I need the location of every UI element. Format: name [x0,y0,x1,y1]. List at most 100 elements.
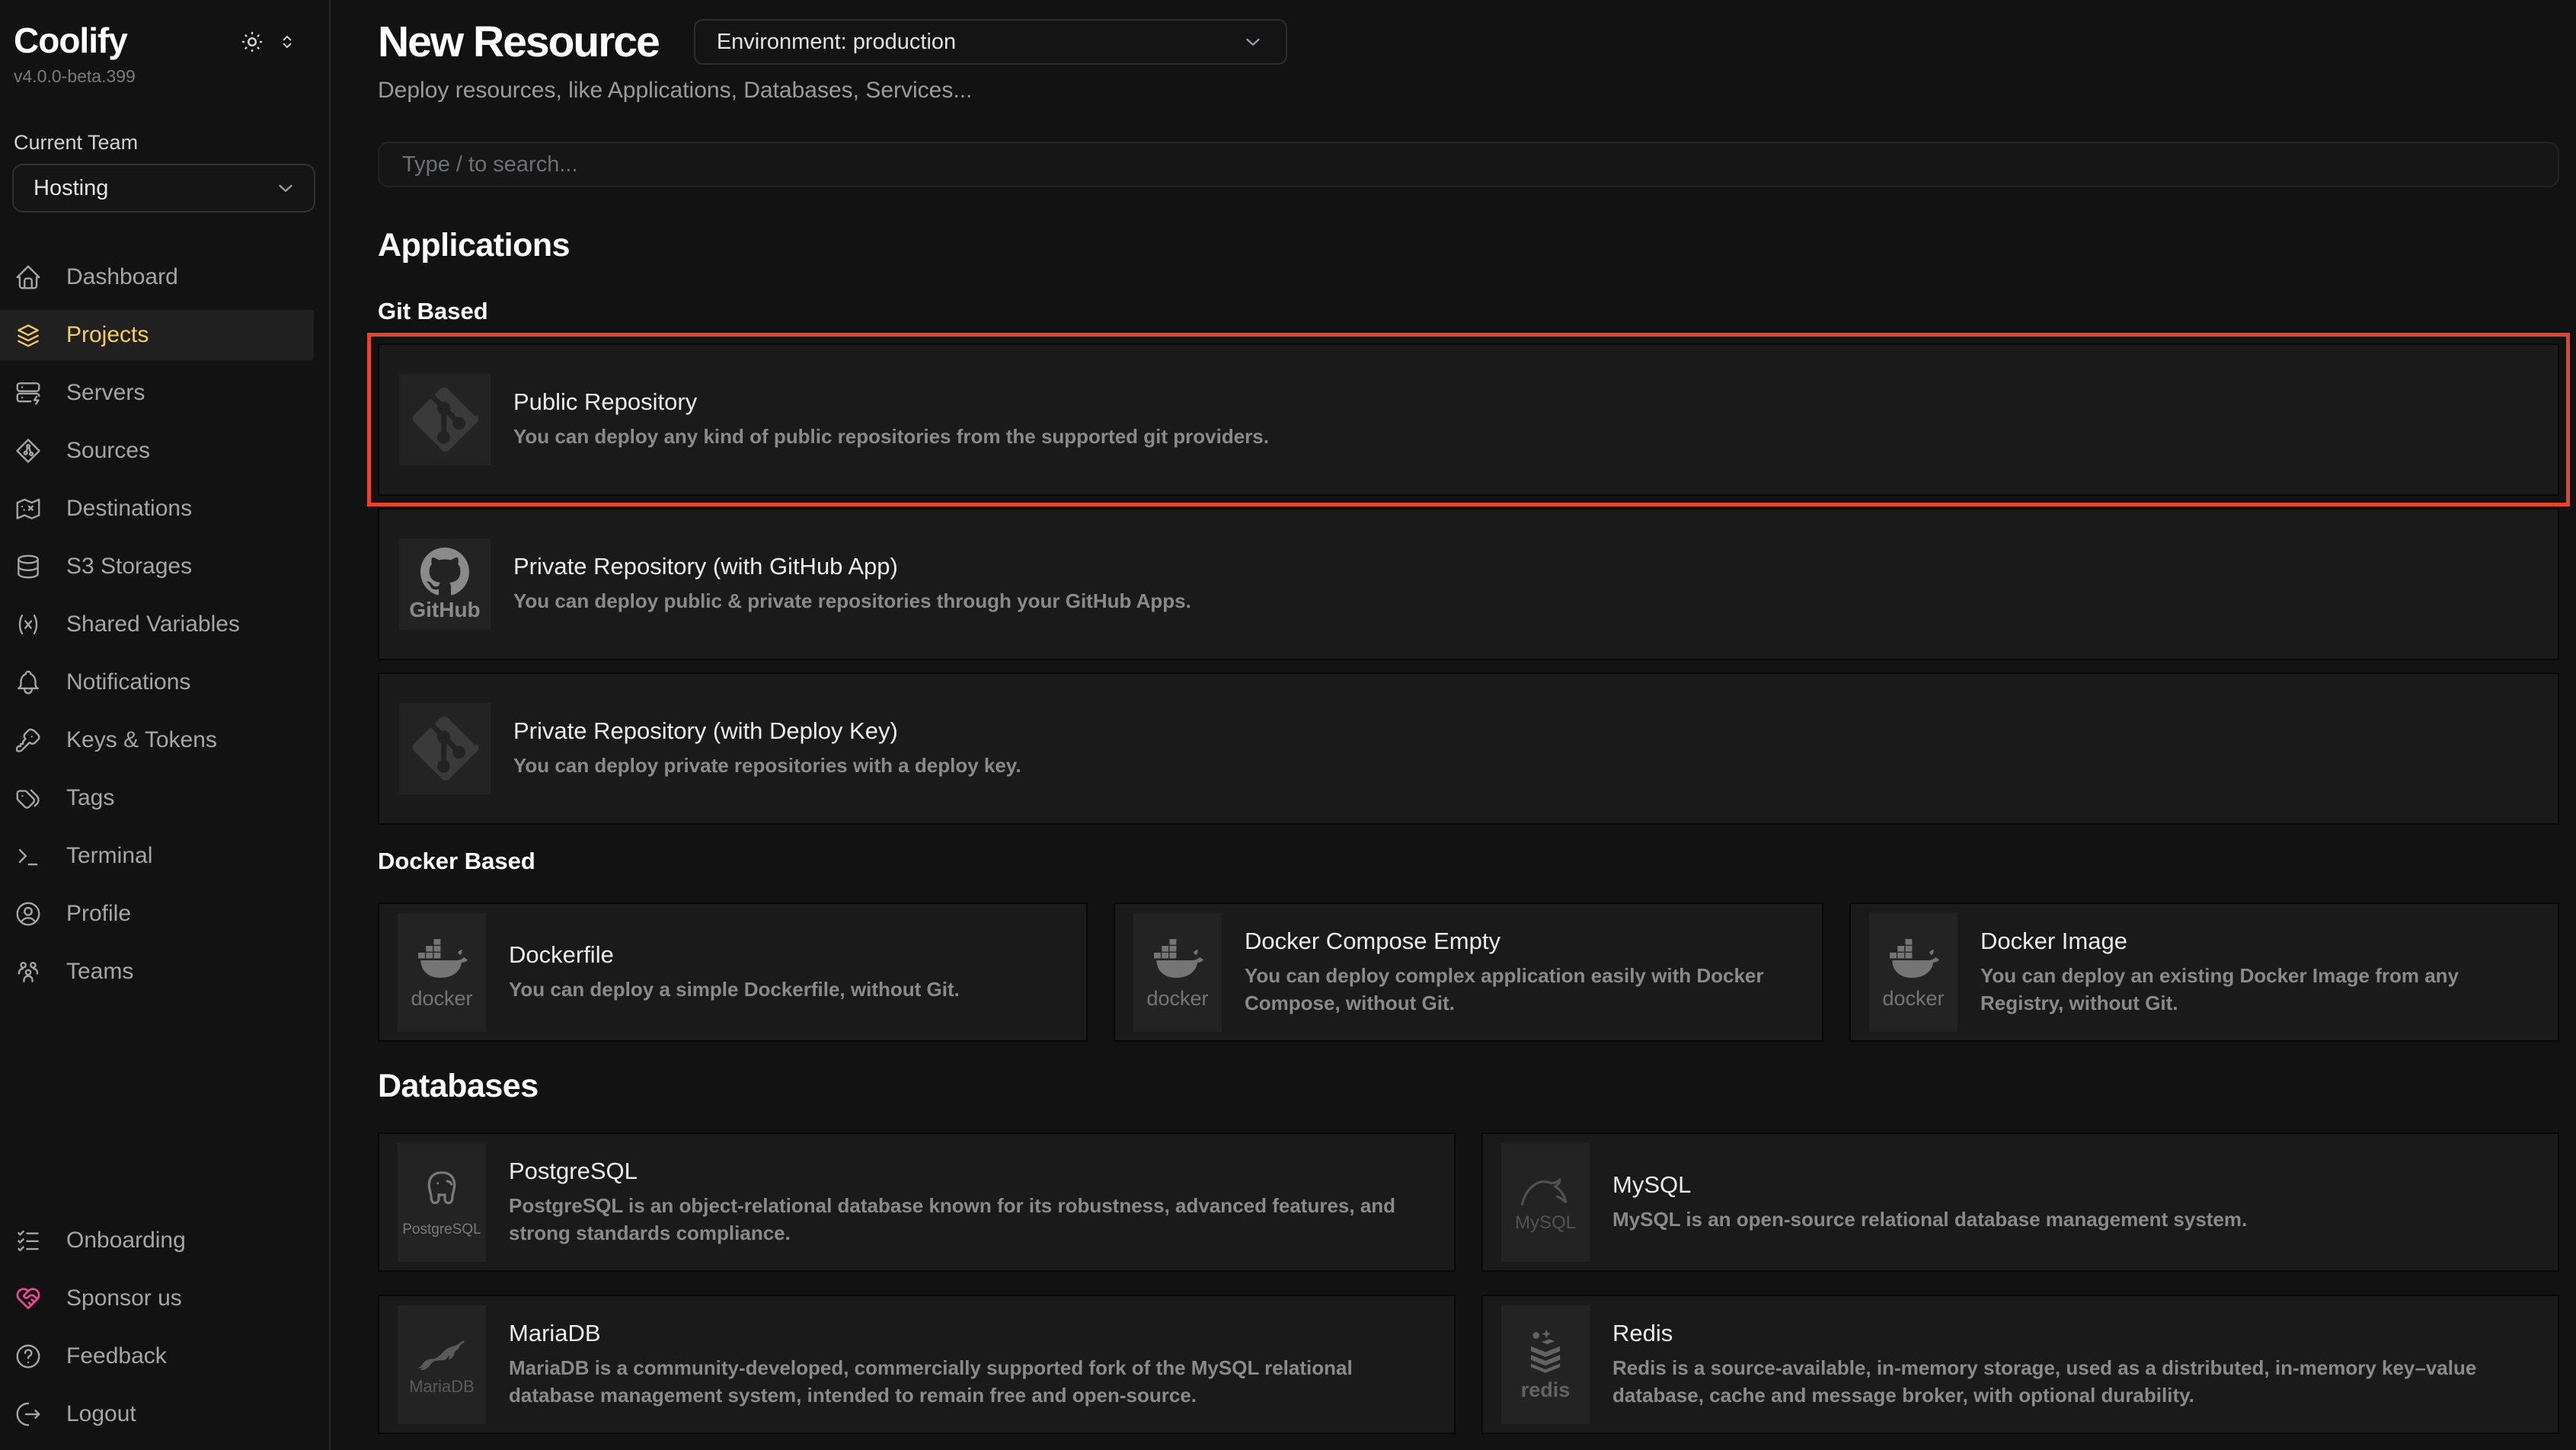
sidebar-item-shared-variables[interactable]: Shared Variables [0,599,314,650]
sidebar-item-projects[interactable]: Projects [0,310,314,360]
card-description: You can deploy an existing Docker Image … [1980,963,2539,1016]
sidebar-item-servers[interactable]: Servers [0,368,314,418]
sidebar-item-label: Shared Variables [66,612,240,637]
docker-logo-text: docker [1146,988,1208,1009]
database-card-grid: PostgreSQL PostgreSQL PostgreSQL is an o… [378,1132,2559,1434]
environment-select[interactable]: Environment: production [694,19,1287,65]
sidebar-item-dashboard[interactable]: Dashboard [0,252,314,302]
resource-card-docker-image[interactable]: docker Docker Image You can deploy an ex… [1849,902,2559,1042]
git-logo [399,374,491,465]
mariadb-logo-text: MariaDB [409,1378,475,1395]
postgresql-logo-text: PostgreSQL [402,1222,481,1237]
sidebar-item-label: Terminal [66,843,152,869]
card-description: PostgreSQL is an object-relational datab… [509,1193,1436,1246]
sidebar-item-label: Feedback [66,1343,167,1369]
server-icon [14,378,43,407]
resource-card-mysql[interactable]: MySQL MySQL MySQL is an open-source rela… [1481,1132,2559,1272]
sidebar-item-label: Profile [66,901,131,927]
main-content: New Resource Environment: production Dep… [331,0,2576,1450]
mariadb-logo: MariaDB [398,1305,486,1424]
card-title: Docker Image [1980,928,2539,955]
section-databases-title: Databases [378,1068,2559,1105]
card-title: PostgreSQL [509,1158,1436,1185]
postgresql-logo: PostgreSQL [398,1143,486,1262]
card-description: You can deploy private repositories with… [513,752,1021,779]
map-icon [14,494,43,523]
card-title: Public Repository [513,388,1269,416]
bell-icon [14,668,43,697]
sidebar-item-tags[interactable]: Tags [0,773,314,823]
docker-logo: docker [1133,913,1222,1032]
sidebar-header: Coolify [0,0,329,61]
sidebar-item-logout[interactable]: Logout [0,1389,314,1439]
theme-controls [239,29,297,55]
card-title: Private Repository (with Deploy Key) [513,717,1021,745]
docker-logo: docker [1869,913,1958,1032]
resource-card-mariadb[interactable]: MariaDB MariaDB MariaDB is a community-d… [378,1295,1456,1434]
redis-logo-text: redis [1521,1380,1571,1400]
coolify-app: Coolify v4.0.0-beta.399 Current Team Hos… [0,0,2576,1450]
git-card-stack: Public Repository You can deploy any kin… [378,343,2559,825]
resource-card-docker-compose-empty[interactable]: docker Docker Compose Empty You can depl… [1114,902,1823,1042]
card-title: Private Repository (with GitHub App) [513,553,1191,580]
sidebar-item-notifications[interactable]: Notifications [0,657,314,707]
sidebar-item-label: S3 Storages [66,554,192,580]
current-team-label: Current Team [0,131,329,155]
card-title: Redis [1612,1320,2539,1347]
variable-icon [14,610,43,639]
docker-logo-text: docker [411,988,472,1009]
sidebar-spacer [0,1004,329,1215]
resource-card-postgresql[interactable]: PostgreSQL PostgreSQL PostgreSQL is an o… [378,1132,1456,1272]
sidebar-item-label: Tags [66,785,114,811]
resource-card-github-app[interactable]: GitHub Private Repository (with GitHub A… [378,508,2559,660]
github-logo-text: GitHub [409,599,480,621]
sidebar-item-sources[interactable]: Sources [0,426,314,476]
card-title: MariaDB [509,1320,1436,1347]
github-logo: GitHub [399,538,491,630]
git-logo [399,703,491,794]
sidebar-nav: Dashboard Projects Servers Sources [0,252,329,1004]
card-description: You can deploy a simple Dockerfile, with… [509,976,960,1003]
sidebar-item-label: Onboarding [66,1228,186,1254]
git-diamond-icon [14,436,43,465]
heart-handshake-icon [14,1284,43,1313]
resource-card-redis[interactable]: redis Redis Redis is a source-available,… [1481,1295,2559,1434]
sidebar-item-s3-storages[interactable]: S3 Storages [0,541,314,592]
docker-card-grid: docker Dockerfile You can deploy a simpl… [378,902,2559,1042]
sidebar-item-keys-tokens[interactable]: Keys & Tokens [0,715,314,765]
card-description: You can deploy public & private reposito… [513,588,1191,615]
section-docker-based-title: Docker Based [378,848,2559,875]
sidebar-item-destinations[interactable]: Destinations [0,484,314,534]
layers-icon [14,321,43,350]
chevron-selector-icon[interactable] [277,32,297,52]
sidebar-item-label: Destinations [66,496,192,522]
app-version: v4.0.0-beta.399 [0,66,329,87]
docker-logo: docker [398,913,486,1032]
app-logo[interactable]: Coolify [14,20,127,61]
theme-sun-icon[interactable] [239,29,265,55]
sidebar-item-sponsor-us[interactable]: Sponsor us [0,1273,314,1324]
team-select[interactable]: Hosting [12,164,315,212]
sidebar-item-label: Keys & Tokens [66,727,217,753]
sidebar: Coolify v4.0.0-beta.399 Current Team Hos… [0,0,331,1450]
sidebar-item-onboarding[interactable]: Onboarding [0,1215,314,1266]
sidebar-item-label: Dashboard [66,264,178,290]
page-header: New Resource Environment: production [378,17,2559,67]
sidebar-item-label: Sources [66,438,150,464]
chevron-down-icon [1242,30,1264,53]
resource-card-dockerfile[interactable]: docker Dockerfile You can deploy a simpl… [378,902,1088,1042]
tag-icon [14,784,43,813]
card-description: MySQL is an open-source relational datab… [1612,1206,2247,1233]
key-icon [14,726,43,755]
sidebar-item-profile[interactable]: Profile [0,889,314,939]
environment-select-value: Environment: production [717,30,956,55]
docker-logo-text: docker [1882,988,1944,1009]
search-input[interactable] [378,142,2559,187]
resource-card-deploy-key[interactable]: Private Repository (with Deploy Key) You… [378,672,2559,825]
sidebar-item-teams[interactable]: Teams [0,947,314,997]
sidebar-item-feedback[interactable]: Feedback [0,1331,314,1381]
sidebar-item-terminal[interactable]: Terminal [0,831,314,881]
resource-card-public-repository[interactable]: Public Repository You can deploy any kin… [378,343,2559,496]
terminal-icon [14,842,43,870]
sidebar-item-label: Projects [66,322,149,348]
